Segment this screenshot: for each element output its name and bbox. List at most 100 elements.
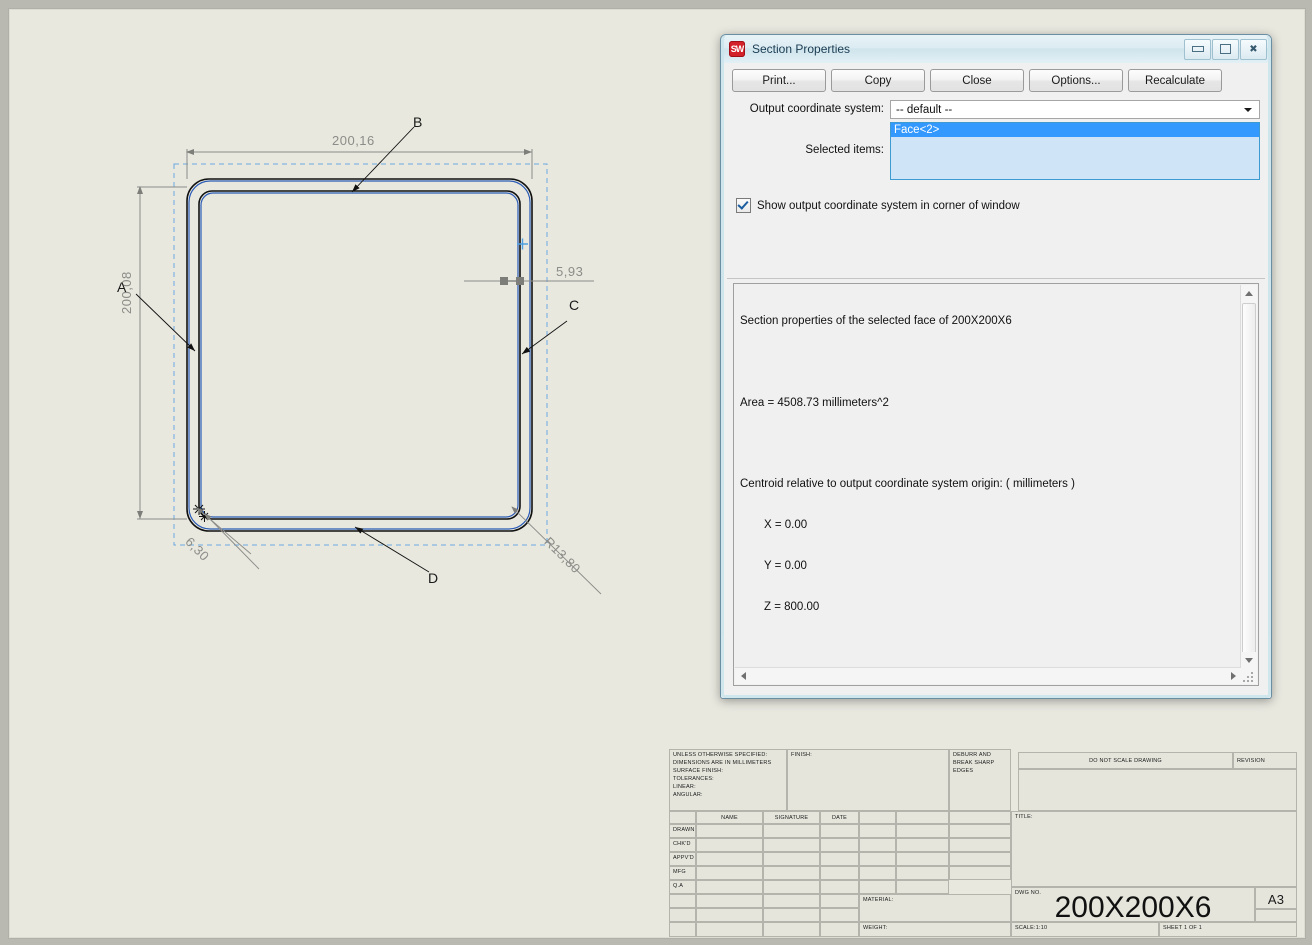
row-extra-3-c[interactable] <box>820 922 859 937</box>
cad-drawing-area[interactable]: 200,16 200,08 5,93 6,30 R13,80 B A C D <box>9 9 709 709</box>
row-chkd-x3 <box>949 838 1011 852</box>
close-window-button[interactable]: ✖ <box>1240 38 1267 60</box>
row-qa-x1 <box>859 880 896 894</box>
output-coordinate-system-select[interactable]: -- default -- <box>890 100 1260 119</box>
notes-line-4: TOLERANCES: <box>673 775 714 782</box>
row-chkd-signature[interactable] <box>763 838 820 852</box>
row-appvd-x3 <box>949 852 1011 866</box>
title-block-weight[interactable]: WEIGHT: <box>859 922 1011 937</box>
results-text-content: Section properties of the selected face … <box>740 288 1236 665</box>
results-wrapper: Section properties of the selected face … <box>727 278 1265 692</box>
selected-items-row: Selected items: Face<2> <box>724 119 1268 180</box>
notes-line-1: UNLESS OTHERWISE SPECIFIED: <box>673 752 768 758</box>
results-centroid-header: Centroid relative to output coordinate s… <box>740 478 1075 491</box>
row-label-qa: Q.A <box>669 880 696 894</box>
title-block-title[interactable]: TITLE: <box>1011 811 1297 887</box>
row-extra-2-b[interactable] <box>763 908 820 922</box>
title-label: TITLE: <box>1015 814 1033 820</box>
row-extra-1-c[interactable] <box>820 894 859 908</box>
dwg-no-label: DWG NO. <box>1015 890 1042 896</box>
leader-a[interactable] <box>135 293 196 352</box>
row-appvd-name[interactable] <box>696 852 763 866</box>
scroll-left-button[interactable] <box>735 668 751 684</box>
row-drawn-date[interactable] <box>820 824 859 838</box>
row-mfg-x3 <box>949 866 1011 880</box>
row-extra-1-b[interactable] <box>763 894 820 908</box>
leader-c[interactable] <box>521 320 568 355</box>
close-icon: ✖ <box>1249 43 1258 55</box>
dwg-no-value: 200X200X6 <box>1054 890 1212 922</box>
dimension-wall-text: 5,93 <box>556 264 584 279</box>
row-drawn-signature[interactable] <box>763 824 820 838</box>
dimension-height[interactable] <box>137 186 187 520</box>
title-block-revision-value[interactable] <box>1018 769 1297 811</box>
recalculate-button[interactable]: Recalculate <box>1128 69 1222 92</box>
row-chkd-name[interactable] <box>696 838 763 852</box>
row-label-mfg: MFG <box>669 866 696 880</box>
copy-button[interactable]: Copy <box>831 69 925 92</box>
show-ocs-row[interactable]: Show output coordinate system in corner … <box>724 180 1268 219</box>
table-header-signature: SIGNATURE <box>763 811 820 824</box>
chevron-up-icon <box>1245 290 1253 296</box>
leader-label-c: C <box>569 297 580 313</box>
row-drawn-name[interactable] <box>696 824 763 838</box>
row-appvd-signature[interactable] <box>763 852 820 866</box>
row-extra-3-a[interactable] <box>696 922 763 937</box>
construction-bounding-box <box>173 163 548 546</box>
leader-label-b: B <box>413 114 423 130</box>
list-item[interactable]: Face<2> <box>891 123 1259 137</box>
table-header-blank <box>669 811 696 824</box>
title-block-scale: SCALE:1:10 <box>1011 922 1159 937</box>
row-mfg-signature[interactable] <box>763 866 820 880</box>
row-extra-2-a[interactable] <box>696 908 763 922</box>
title-block-do-not-scale: DO NOT SCALE DRAWING <box>1018 752 1233 769</box>
row-label-appvd: APPV'D <box>669 852 696 866</box>
row-extra-2-c[interactable] <box>820 908 859 922</box>
results-centroid-z: Z = 800.00 <box>764 600 820 613</box>
row-label-drawn: DRAWN <box>669 824 696 838</box>
results-vertical-scrollbar[interactable] <box>1240 285 1257 675</box>
section-properties-dialog[interactable]: SW Section Properties ✖ Print... Copy Cl… <box>720 34 1272 699</box>
results-horizontal-scrollbar[interactable] <box>735 667 1241 684</box>
title-block-revision: REVISION <box>1233 752 1297 769</box>
section-properties-results[interactable]: Section properties of the selected face … <box>733 283 1259 686</box>
row-qa-date[interactable] <box>820 880 859 894</box>
show-ocs-checkbox[interactable] <box>736 198 751 213</box>
window-controls: ✖ <box>1184 38 1267 60</box>
row-appvd-date[interactable] <box>820 852 859 866</box>
leader-d[interactable] <box>354 526 430 573</box>
title-block-sheet-size: A3 <box>1255 887 1297 909</box>
vertical-scroll-thumb[interactable] <box>1242 303 1256 675</box>
row-chkd-x2 <box>896 838 949 852</box>
selected-items-listbox[interactable]: Face<2> <box>890 122 1260 180</box>
leader-label-a: A <box>117 279 127 295</box>
dialog-titlebar[interactable]: SW Section Properties ✖ <box>721 35 1271 63</box>
row-chkd-date[interactable] <box>820 838 859 852</box>
row-label-chkd: CHK'D <box>669 838 696 852</box>
row-qa-signature[interactable] <box>763 880 820 894</box>
row-extra-3-b[interactable] <box>763 922 820 937</box>
table-header-x2 <box>896 811 949 824</box>
print-button[interactable]: Print... <box>732 69 826 92</box>
row-qa-name[interactable] <box>696 880 763 894</box>
scroll-right-button[interactable] <box>1225 668 1241 684</box>
close-button[interactable]: Close <box>930 69 1024 92</box>
title-block-material[interactable]: MATERIAL: <box>859 894 1011 922</box>
scroll-up-button[interactable] <box>1241 285 1257 301</box>
table-header-date: DATE <box>820 811 859 824</box>
row-extra-1-a[interactable] <box>696 894 763 908</box>
row-mfg-date[interactable] <box>820 866 859 880</box>
minimize-button[interactable] <box>1184 38 1211 60</box>
row-qa-x2 <box>896 880 949 894</box>
options-button[interactable]: Options... <box>1029 69 1123 92</box>
tube-outer-profile <box>186 178 533 532</box>
title-block-dwg-no[interactable]: DWG NO. 200X200X6 <box>1011 887 1255 922</box>
resize-grip-icon[interactable] <box>1241 668 1257 684</box>
maximize-button[interactable] <box>1212 38 1239 60</box>
title-block-deburr: DEBURR AND BREAK SHARP EDGES <box>949 749 1011 811</box>
dimension-width-text: 200,16 <box>332 133 375 148</box>
results-centroid-x: X = 0.00 <box>764 519 808 532</box>
scroll-down-button[interactable] <box>1241 652 1257 668</box>
table-header-x1 <box>859 811 896 824</box>
row-mfg-name[interactable] <box>696 866 763 880</box>
